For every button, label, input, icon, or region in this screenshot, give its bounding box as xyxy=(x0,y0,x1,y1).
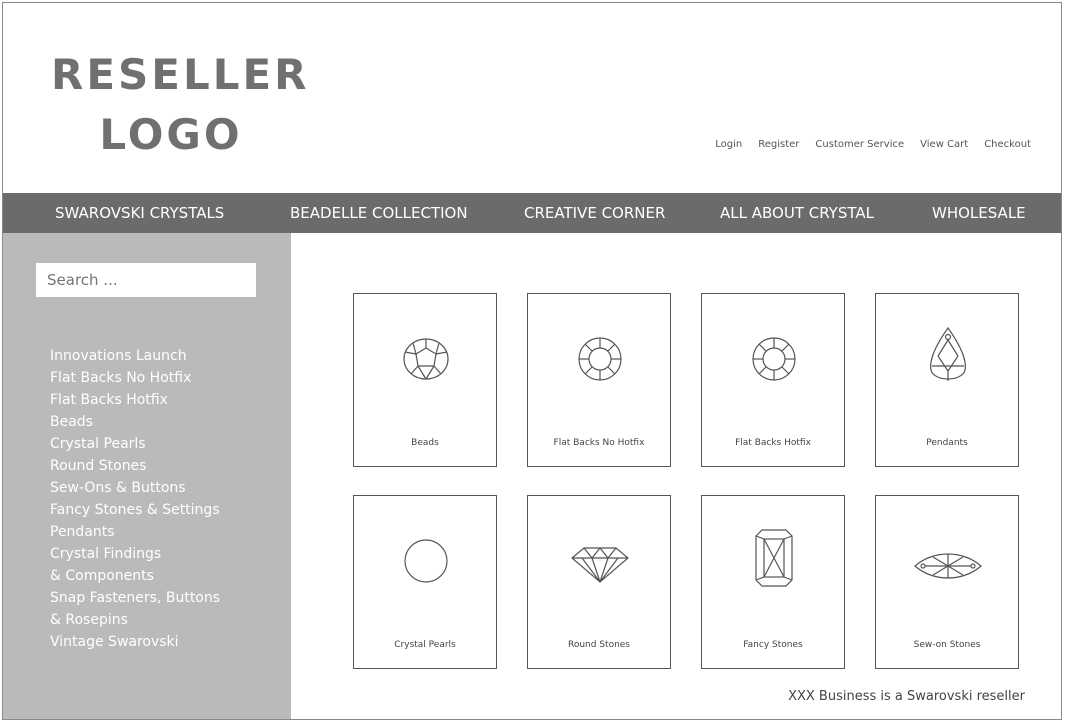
category-item[interactable]: Innovations Launch xyxy=(50,345,220,367)
category-item[interactable]: Crystal Pearls xyxy=(50,433,220,455)
category-item[interactable]: & Components xyxy=(50,565,220,587)
bead-icon xyxy=(403,338,449,380)
reseller-logo[interactable]: RESELLER LOGO xyxy=(51,45,310,165)
category-list: Innovations Launch Flat Backs No Hotfix … xyxy=(50,345,220,653)
product-card-flat-backs-no-hotfix[interactable]: Flat Backs No Hotfix xyxy=(527,293,671,467)
fancy-stone-icon xyxy=(755,529,793,587)
category-item[interactable]: & Rosepins xyxy=(50,609,220,631)
product-card-pendants[interactable]: Pendants xyxy=(875,293,1019,467)
sew-on-stone-icon xyxy=(914,553,982,579)
product-label: Flat Backs No Hotfix xyxy=(553,438,645,448)
customer-service-link[interactable]: Customer Service xyxy=(815,139,904,150)
sidebar: Innovations Launch Flat Backs No Hotfix … xyxy=(3,233,291,719)
search-input[interactable] xyxy=(36,263,256,297)
logo-line-2: LOGO xyxy=(99,110,243,159)
pearl-icon xyxy=(404,539,448,583)
nav-wholesale[interactable]: WHOLESALE xyxy=(932,204,1026,222)
product-grid: Beads Flat Backs No Hotfix Flat Backs Ho… xyxy=(353,293,1023,673)
category-item[interactable]: Flat Backs No Hotfix xyxy=(50,367,220,389)
category-item[interactable]: Flat Backs Hotfix xyxy=(50,389,220,411)
main-nav: SWAROVSKI CRYSTALS BEADELLE COLLECTION C… xyxy=(3,193,1061,233)
utility-nav: Login Register Customer Service View Car… xyxy=(715,139,1031,150)
logo-line-1: RESELLER xyxy=(51,50,310,99)
nav-creative-corner[interactable]: CREATIVE CORNER xyxy=(524,204,665,222)
product-label: Beads xyxy=(411,438,439,448)
product-label: Sew-on Stones xyxy=(913,640,981,650)
nav-beadelle-collection[interactable]: BEADELLE COLLECTION xyxy=(290,204,468,222)
product-card-fancy-stones[interactable]: Fancy Stones xyxy=(701,495,845,669)
product-card-round-stones[interactable]: Round Stones xyxy=(527,495,671,669)
flat-back-hotfix-icon xyxy=(752,337,796,381)
category-item[interactable]: Sew-Ons & Buttons xyxy=(50,477,220,499)
category-item[interactable]: Crystal Findings xyxy=(50,543,220,565)
product-label: Crystal Pearls xyxy=(394,640,456,650)
category-item[interactable]: Vintage Swarovski xyxy=(50,631,220,653)
reseller-note: XXX Business is a Swarovski reseller xyxy=(788,689,1025,704)
product-label: Round Stones xyxy=(567,640,630,650)
product-card-flat-backs-hotfix[interactable]: Flat Backs Hotfix xyxy=(701,293,845,467)
pendant-icon xyxy=(930,326,966,381)
nav-all-about-crystal[interactable]: ALL ABOUT CRYSTAL xyxy=(720,204,874,222)
product-label: Flat Backs Hotfix xyxy=(735,438,811,448)
page-frame: RESELLER LOGO Login Register Customer Se… xyxy=(2,2,1062,720)
category-item[interactable]: Pendants xyxy=(50,521,220,543)
checkout-link[interactable]: Checkout xyxy=(984,139,1031,150)
product-card-sew-on-stones[interactable]: Sew-on Stones xyxy=(875,495,1019,669)
category-item[interactable]: Beads xyxy=(50,411,220,433)
category-item[interactable]: Snap Fasteners, Buttons xyxy=(50,587,220,609)
product-card-crystal-pearls[interactable]: Crystal Pearls xyxy=(353,495,497,669)
round-stone-icon xyxy=(571,547,629,583)
login-link[interactable]: Login xyxy=(715,139,742,150)
category-item[interactable]: Round Stones xyxy=(50,455,220,477)
category-item[interactable]: Fancy Stones & Settings xyxy=(50,499,220,521)
view-cart-link[interactable]: View Cart xyxy=(920,139,968,150)
register-link[interactable]: Register xyxy=(758,139,799,150)
product-label: Fancy Stones xyxy=(743,640,803,650)
nav-swarovski-crystals[interactable]: SWAROVSKI CRYSTALS xyxy=(55,204,224,222)
flat-back-icon xyxy=(578,337,622,381)
product-card-beads[interactable]: Beads xyxy=(353,293,497,467)
product-label: Pendants xyxy=(926,438,968,448)
